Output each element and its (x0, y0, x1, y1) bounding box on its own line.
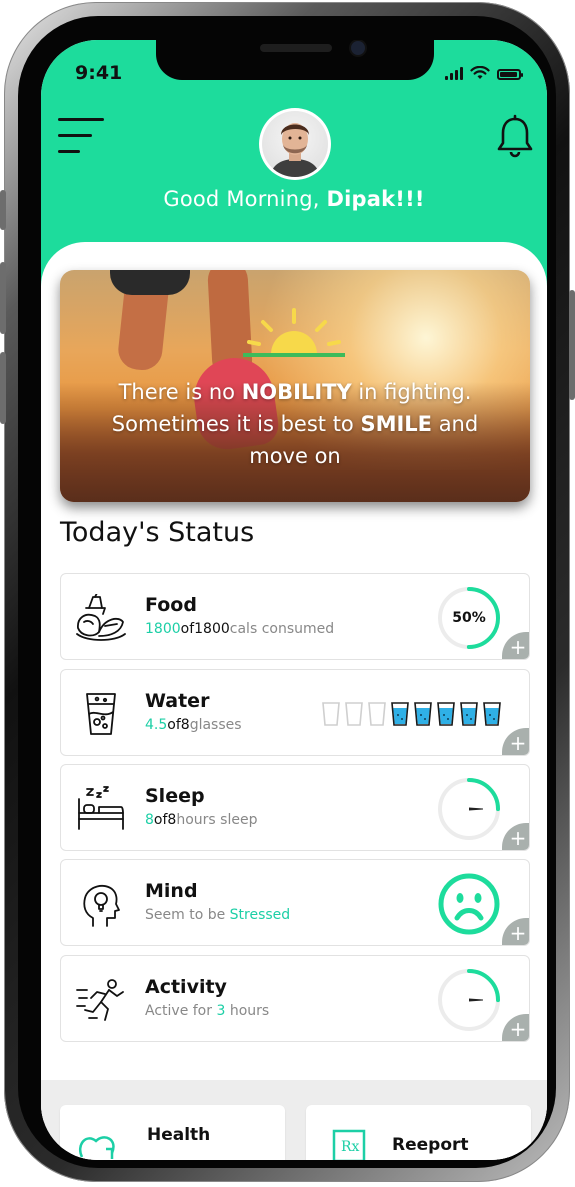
svg-text:Rx: Rx (341, 1139, 360, 1155)
main-content: There is no NOBILITY in fighting. Someti… (41, 242, 547, 1122)
water-glass-filled[interactable] (437, 702, 455, 726)
add-food-button[interactable]: + (502, 632, 529, 659)
bell-icon[interactable] (495, 114, 535, 158)
mind-title: Mind (145, 880, 198, 902)
prescription-icon: Rx (332, 1129, 366, 1160)
power-button (569, 290, 575, 400)
water-glass-filled[interactable] (483, 702, 501, 726)
add-activity-button[interactable]: + (502, 1014, 529, 1041)
water-glass-filled[interactable] (414, 702, 432, 726)
health-label: Health (147, 1125, 211, 1145)
report-label: Reeport (392, 1135, 469, 1155)
section-title: Today's Status (60, 517, 255, 548)
status-card-activity[interactable]: Activity Active for 3 hours + (60, 955, 530, 1042)
report-card[interactable]: Rx Reeport (306, 1105, 531, 1160)
quote-text: There is no NOBILITY in fighting. Someti… (111, 380, 479, 468)
water-glass-filled[interactable] (460, 702, 478, 726)
water-glass-empty[interactable] (368, 702, 386, 726)
signal-icon (445, 67, 463, 80)
water-glasses-tracker (322, 702, 501, 726)
sad-face-icon (438, 873, 500, 935)
notch (156, 40, 434, 80)
volume-down-button (0, 352, 6, 424)
add-sleep-button[interactable]: + (502, 823, 529, 850)
app-screen: 9:41 Good Morning, Dipak!!! There is no … (41, 40, 547, 1160)
status-card-food[interactable]: Food 1800of1800cals consumed 50% + (60, 573, 530, 660)
avatar-photo (262, 111, 328, 177)
water-glass-icon (86, 693, 116, 735)
status-card-mind[interactable]: Mind Seem to be Stressed + (60, 859, 530, 946)
user-name: Dipak!!! (326, 187, 425, 211)
add-mind-button[interactable]: + (502, 918, 529, 945)
sleep-title: Sleep (145, 785, 205, 807)
water-glass-empty[interactable] (345, 702, 363, 726)
health-heart-icon (79, 1136, 115, 1159)
food-progress-label: 50% (452, 610, 486, 626)
sunrise-icon (243, 308, 345, 357)
sleep-progress-ring (438, 778, 500, 840)
water-glass-empty[interactable] (322, 702, 340, 726)
food-summary: 1800of1800cals consumed (145, 621, 335, 637)
status-icons (445, 66, 523, 80)
activity-progress-ring (438, 969, 500, 1031)
hamburger-menu-icon[interactable] (58, 118, 104, 156)
quote-banner[interactable]: There is no NOBILITY in fighting. Someti… (60, 270, 530, 502)
status-card-sleep[interactable]: Sleep 8of8hours sleep + (60, 764, 530, 851)
water-summary: 4.5of8glasses (145, 717, 242, 733)
battery-icon (497, 69, 523, 80)
status-card-water[interactable]: Water 4.5of8glasses + (60, 669, 530, 756)
speaker (260, 44, 332, 52)
water-title: Water (145, 690, 210, 712)
greeting-text: Good Morning, Dipak!!! (163, 187, 425, 211)
water-glass-filled[interactable] (391, 702, 409, 726)
food-title: Food (145, 594, 197, 616)
sleep-summary: 8of8hours sleep (145, 812, 258, 828)
status-time: 9:41 (75, 62, 123, 84)
activity-title: Activity (145, 976, 227, 998)
sleep-bed-icon (78, 786, 124, 830)
food-icon (76, 594, 126, 641)
mind-head-bulb-icon (83, 884, 120, 927)
health-card[interactable]: Health (60, 1105, 285, 1160)
front-camera (351, 41, 365, 55)
runner-shorts (110, 270, 190, 295)
mute-switch (0, 190, 6, 230)
avatar[interactable] (259, 108, 331, 180)
volume-up-button (0, 262, 6, 334)
wifi-icon (470, 66, 490, 79)
add-water-button[interactable]: + (502, 728, 529, 755)
mind-summary: Seem to be Stressed (145, 907, 291, 923)
running-man-icon (76, 979, 124, 1021)
activity-summary: Active for 3 hours (145, 1003, 270, 1019)
